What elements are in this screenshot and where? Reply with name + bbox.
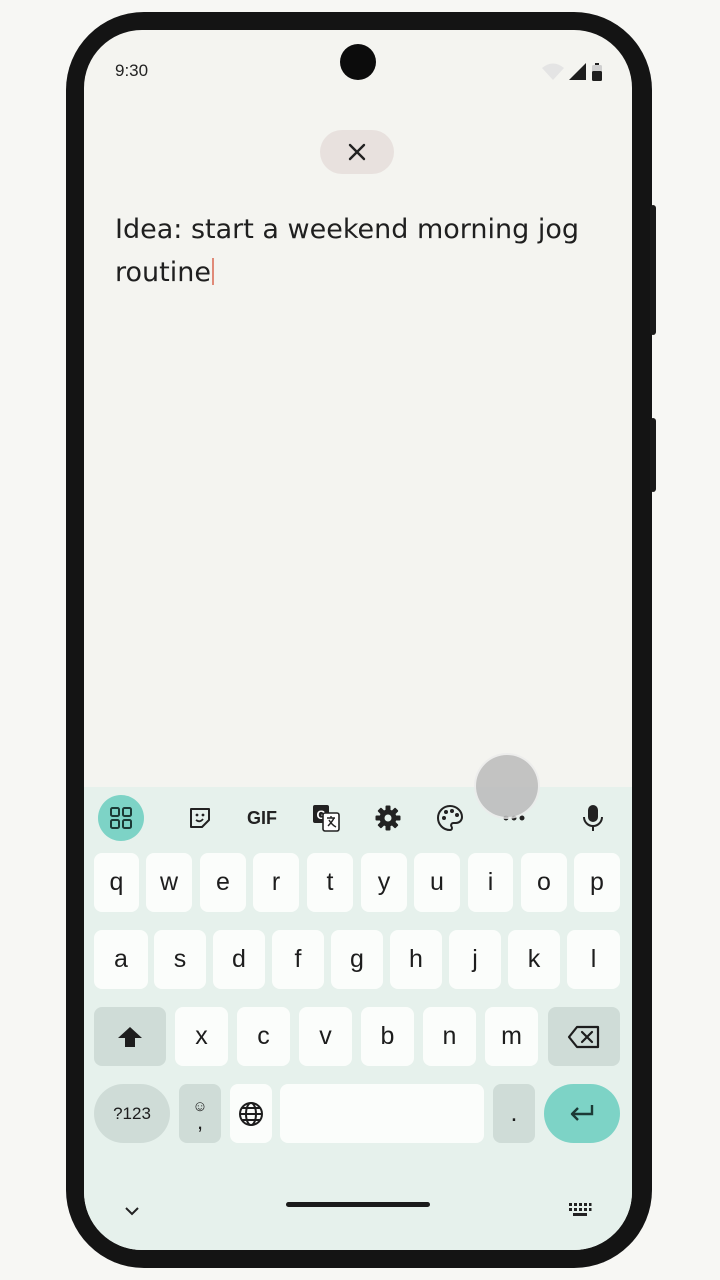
settings-button[interactable]: [372, 803, 404, 833]
enter-icon: [570, 1104, 594, 1121]
palette-icon: [437, 804, 464, 832]
key-l[interactable]: l: [567, 930, 620, 989]
key-k[interactable]: k: [508, 930, 560, 989]
translate-button[interactable]: G: [310, 803, 342, 833]
key-o[interactable]: o: [521, 853, 567, 912]
settings-gear-icon: [375, 805, 401, 831]
wifi-icon: [542, 63, 564, 80]
key-i[interactable]: i: [468, 853, 513, 912]
key-n[interactable]: n: [423, 1007, 476, 1066]
close-button[interactable]: [320, 130, 394, 174]
gif-button[interactable]: GIF: [242, 803, 282, 833]
keyboard-icon: [569, 1203, 592, 1216]
volume-button: [650, 418, 656, 492]
emoji-comma-key[interactable]: ☺ ,: [179, 1084, 221, 1143]
key-m[interactable]: m: [485, 1007, 538, 1066]
key-t[interactable]: t: [307, 853, 353, 912]
theme-button[interactable]: [434, 803, 466, 833]
key-e[interactable]: e: [200, 853, 246, 912]
hide-keyboard-button[interactable]: [120, 1202, 144, 1220]
power-button: [650, 205, 656, 335]
key-d[interactable]: d: [213, 930, 265, 989]
sticker-icon: [190, 808, 210, 828]
key-b[interactable]: b: [361, 1007, 414, 1066]
status-icons: [542, 63, 602, 81]
battery-icon: [592, 63, 602, 81]
key-u[interactable]: u: [414, 853, 460, 912]
apps-grid-icon: [110, 807, 132, 829]
key-j[interactable]: j: [449, 930, 501, 989]
key-p[interactable]: p: [574, 853, 620, 912]
period-label: .: [510, 1099, 518, 1127]
key-s[interactable]: s: [154, 930, 206, 989]
note-text: Idea: start a weekend morning jog routin…: [115, 214, 580, 288]
text-cursor: [211, 258, 214, 285]
globe-icon: [239, 1101, 263, 1126]
language-key[interactable]: [230, 1084, 272, 1143]
key-h[interactable]: h: [390, 930, 442, 989]
space-key[interactable]: [280, 1084, 484, 1143]
key-r[interactable]: r: [253, 853, 299, 912]
apps-grid-button[interactable]: [98, 795, 144, 841]
key-v[interactable]: v: [299, 1007, 352, 1066]
mic-icon: [583, 805, 603, 831]
note-text-field[interactable]: Idea: start a weekend morning jog routin…: [115, 208, 605, 294]
key-x[interactable]: x: [175, 1007, 228, 1066]
sticker-button[interactable]: [184, 803, 216, 833]
key-y[interactable]: y: [361, 853, 407, 912]
enter-key[interactable]: [544, 1084, 620, 1143]
keyboard-switch-button[interactable]: [566, 1200, 594, 1220]
symbols-key[interactable]: ?123: [94, 1084, 170, 1143]
voice-input-button[interactable]: [578, 803, 608, 833]
key-c[interactable]: c: [237, 1007, 290, 1066]
key-q[interactable]: q: [94, 853, 139, 912]
backspace-key[interactable]: [548, 1007, 620, 1066]
gif-label: GIF: [247, 807, 277, 828]
symbols-label: ?123: [113, 1103, 151, 1123]
signal-icon: [569, 63, 586, 80]
chevron-down-icon: [125, 1207, 139, 1216]
front-camera: [340, 44, 376, 80]
touch-indicator: [476, 755, 538, 817]
comma-label: ,: [196, 1108, 204, 1134]
shift-key[interactable]: [94, 1007, 166, 1066]
screen: 9:30 Idea: start a weekend morning jog r…: [84, 30, 632, 1250]
shift-icon: [118, 1026, 142, 1047]
translate-icon: G: [313, 805, 340, 832]
key-w[interactable]: w: [146, 853, 192, 912]
key-a[interactable]: a: [94, 930, 148, 989]
backspace-icon: [567, 1025, 600, 1048]
key-f[interactable]: f: [272, 930, 324, 989]
home-gesture-bar[interactable]: [286, 1202, 430, 1207]
period-key[interactable]: .: [493, 1084, 535, 1143]
key-g[interactable]: g: [331, 930, 383, 989]
close-icon: [348, 143, 366, 161]
status-time: 9:30: [115, 61, 149, 80]
